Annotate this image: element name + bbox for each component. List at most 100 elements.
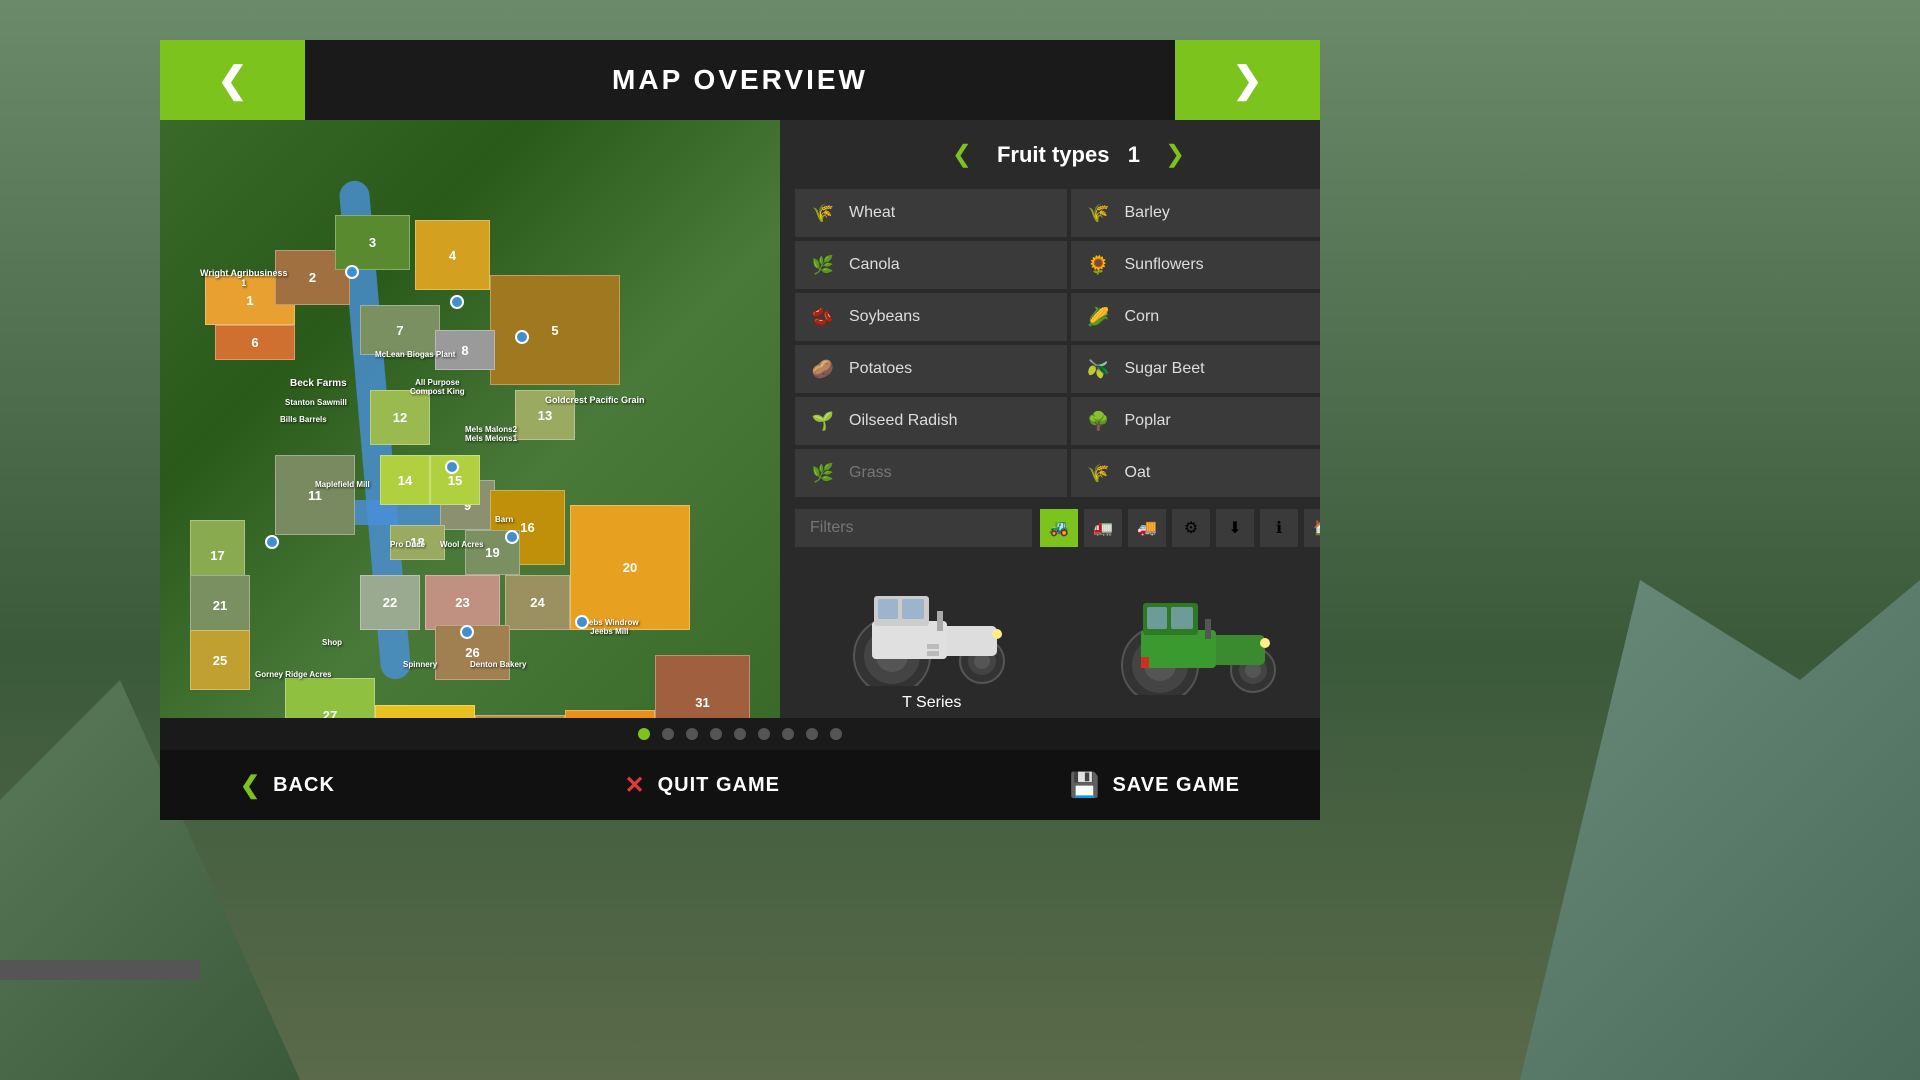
page-dots (160, 718, 1320, 750)
location-barn: Barn (495, 515, 513, 524)
info-dot-6 (505, 530, 519, 544)
fruit-label-potatoes: Potatoes (849, 360, 912, 378)
map-field-7[interactable]: 7 (360, 305, 440, 355)
fruit-icon-oat: 🌾 (1083, 457, 1115, 489)
map-field-6[interactable]: 6 (215, 325, 295, 360)
save-label: SAVE GAME (1112, 774, 1240, 797)
map-field-24[interactable]: 24 (505, 575, 570, 630)
save-icon: 💾 (1070, 771, 1101, 800)
fruit-icon-corn: 🌽 (1083, 301, 1115, 333)
bottom-bar: ❮ BACK ✕ QUIT GAME 💾 SAVE GAME (160, 750, 1320, 820)
fruit-item-corn[interactable]: 🌽 Corn (1071, 293, 1321, 341)
map-field-3[interactable]: 3 (335, 215, 410, 270)
info-dot-8 (575, 615, 589, 629)
fruit-item-soybeans[interactable]: 🫘 Soybeans (795, 293, 1067, 341)
road (0, 960, 200, 980)
fruit-icon-soybeans: 🫘 (807, 301, 839, 333)
fruit-icon-wheat: 🌾 (807, 197, 839, 229)
fruit-label-corn: Corn (1125, 308, 1160, 326)
fruit-types-header: ❮ Fruit types 1 ❯ (795, 135, 1320, 174)
location-bills: Bills Barrels (280, 415, 327, 424)
fruit-item-grass[interactable]: 🌿 Grass (795, 449, 1067, 497)
vehicle-green (1105, 575, 1305, 703)
main-dialog: ❮ MAP OVERVIEW ❯ 12345678911121314151617… (160, 40, 1320, 820)
vehicle-t-series-name: T Series (902, 694, 961, 712)
filter-icon-download[interactable]: ⬇ (1216, 509, 1254, 547)
fruit-next-button[interactable]: ❯ (1155, 135, 1195, 174)
page-title: MAP OVERVIEW (305, 64, 1175, 96)
tractor-green-svg (1105, 575, 1305, 695)
fruit-item-sugar-beet[interactable]: 🫒 Sugar Beet (1071, 345, 1321, 393)
map-field-5[interactable]: 5 (490, 275, 620, 385)
fruit-item-canola[interactable]: 🌿 Canola (795, 241, 1067, 289)
next-button[interactable]: ❯ (1175, 40, 1320, 120)
vehicle-green-img (1105, 575, 1305, 695)
fruit-icon-sunflowers: 🌻 (1083, 249, 1115, 281)
map-field-12[interactable]: 12 (370, 390, 430, 445)
map-field-31[interactable]: 31 (655, 655, 750, 718)
page-dot-7[interactable] (806, 728, 818, 740)
vehicle-t-series-img (832, 566, 1032, 686)
location-biogas: McLean Biogas Plant (375, 350, 455, 359)
map-field-27[interactable]: 27 (285, 678, 375, 718)
page-dot-0[interactable] (638, 728, 650, 740)
fruit-icon-oilseed-radish: 🌱 (807, 405, 839, 437)
fruit-icon-grass: 🌿 (807, 457, 839, 489)
map-field-21[interactable]: 21 (190, 575, 250, 635)
location-shop: Shop (322, 638, 342, 647)
map-field-30[interactable]: 30 (565, 710, 655, 718)
fruit-item-oilseed-radish[interactable]: 🌱 Oilseed Radish (795, 397, 1067, 445)
fruit-item-potatoes[interactable]: 🥔 Potatoes (795, 345, 1067, 393)
filter-icon-settings[interactable]: ⚙ (1172, 509, 1210, 547)
map-field-20[interactable]: 20 (570, 505, 690, 630)
page-dot-4[interactable] (734, 728, 746, 740)
fruit-page-num: 1 (1128, 142, 1140, 167)
filter-icon-harvester[interactable]: 🚛 (1084, 509, 1122, 547)
fruit-item-oat[interactable]: 🌾 Oat (1071, 449, 1321, 497)
fruit-label-oat: Oat (1125, 464, 1151, 482)
map-field-14[interactable]: 14 (380, 455, 430, 505)
quit-icon: ✕ (625, 771, 646, 800)
content-area: 1234567891112131415161718192021222324252… (160, 120, 1320, 718)
save-button[interactable]: 💾 SAVE GAME (1070, 771, 1240, 800)
page-dot-6[interactable] (782, 728, 794, 740)
fruit-item-poplar[interactable]: 🌳 Poplar (1071, 397, 1321, 445)
fruit-label-wheat: Wheat (849, 204, 895, 222)
fruit-types-title: Fruit types 1 (997, 142, 1140, 168)
fruit-label-soybeans: Soybeans (849, 308, 920, 326)
fruit-prev-button[interactable]: ❮ (942, 135, 982, 174)
map-field-29[interactable]: 29 (475, 715, 565, 718)
map-field-22[interactable]: 22 (360, 575, 420, 630)
location-gorney: Gorney Ridge Acres (255, 670, 332, 679)
info-dot-7 (460, 625, 474, 639)
fruit-label-sugar-beet: Sugar Beet (1125, 360, 1205, 378)
page-dot-2[interactable] (686, 728, 698, 740)
map-field-28[interactable]: 28 (375, 705, 475, 718)
page-dot-8[interactable] (830, 728, 842, 740)
info-dot-4 (445, 460, 459, 474)
location-wright: Wright Agribusiness1 (200, 268, 288, 288)
filter-icon-trailer[interactable]: 🚚 (1128, 509, 1166, 547)
fruit-item-sunflowers[interactable]: 🌻 Sunflowers (1071, 241, 1321, 289)
fruit-label-grass: Grass (849, 464, 892, 482)
info-dot-3 (515, 330, 529, 344)
page-dot-5[interactable] (758, 728, 770, 740)
filter-icon-home[interactable]: 🏠 (1304, 509, 1320, 547)
page-dot-3[interactable] (710, 728, 722, 740)
map-field-25[interactable]: 25 (190, 630, 250, 690)
location-sawmill: Stanton Sawmill (285, 398, 347, 407)
fruit-item-wheat[interactable]: 🌾 Wheat (795, 189, 1067, 237)
back-button[interactable]: ❮ BACK (240, 771, 335, 800)
map-field-4[interactable]: 4 (415, 220, 490, 290)
quit-button[interactable]: ✕ QUIT GAME (625, 771, 780, 800)
filter-icon-tractor[interactable]: 🚜 (1040, 509, 1078, 547)
quit-label: QUIT GAME (658, 774, 780, 797)
map-field-11[interactable]: 11 (275, 455, 355, 535)
filter-input[interactable] (795, 509, 1032, 547)
map-field-23[interactable]: 23 (425, 575, 500, 630)
prev-button[interactable]: ❮ (160, 40, 305, 120)
fruit-item-barley[interactable]: 🌾 Barley (1071, 189, 1321, 237)
page-dot-1[interactable] (662, 728, 674, 740)
filter-icons: 🚜🚛🚚⚙⬇ℹ🏠 (1040, 509, 1320, 547)
filter-icon-info[interactable]: ℹ (1260, 509, 1298, 547)
